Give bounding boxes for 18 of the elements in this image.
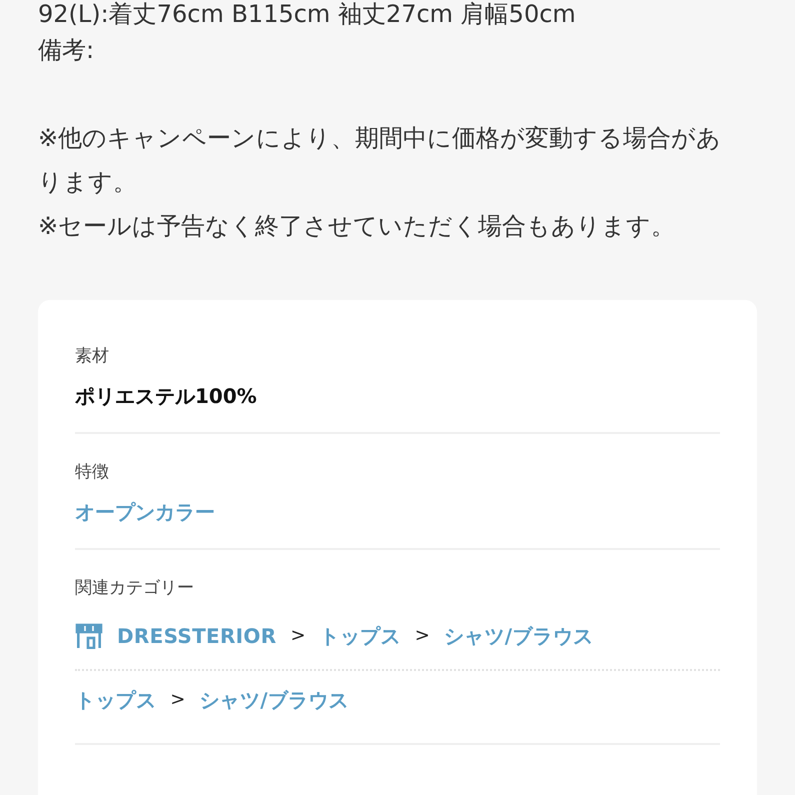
note-text: ※他のキャンペーンにより、期間中に価格が変動する場合があります。 xyxy=(38,123,722,198)
breadcrumb-separator: > xyxy=(290,624,306,648)
feature-link[interactable]: オープンカラー xyxy=(75,497,215,527)
note-text: ※セールは予告なく終了させていただく場合もあります。 xyxy=(38,211,676,242)
section-label: 素材 xyxy=(75,345,110,368)
breadcrumb-separator: > xyxy=(414,624,430,648)
section-label: 特徴 xyxy=(75,461,110,484)
breadcrumb-link[interactable]: DRESSTERIOR xyxy=(117,622,276,650)
breadcrumb-link[interactable]: シャツ/ブラウス xyxy=(444,622,594,650)
breadcrumb-link[interactable]: シャツ/ブラウス xyxy=(199,686,350,714)
description-line: 92(L):着丈76cm B115cm 袖丈27cm 肩幅50cm xyxy=(38,0,577,28)
breadcrumb-link[interactable]: トップス xyxy=(320,622,401,650)
breadcrumb-separator: > xyxy=(170,688,186,712)
breadcrumb-link[interactable]: トップス xyxy=(75,686,156,714)
description-line: 備考: xyxy=(38,35,96,66)
section-value: ポリエステル100% xyxy=(75,383,258,410)
section-label: 関連カテゴリー xyxy=(75,577,195,600)
storefront-icon xyxy=(75,623,103,649)
